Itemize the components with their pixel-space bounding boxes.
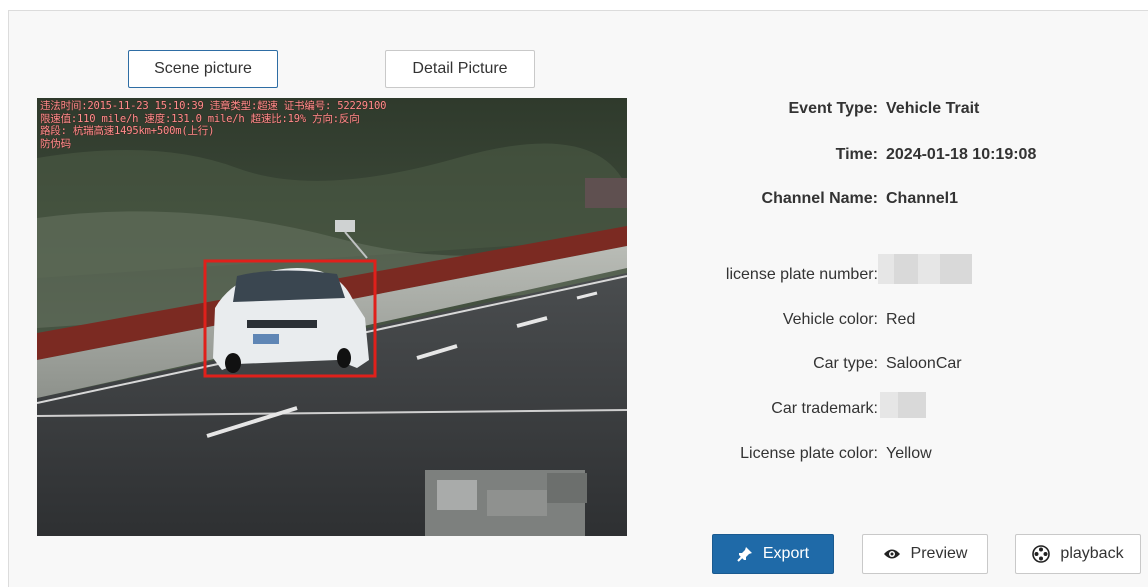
plate-number-label: license plate number: xyxy=(725,266,878,283)
plate-number-redacted-block xyxy=(918,254,940,284)
pin-icon xyxy=(737,546,753,562)
scene-photo-image xyxy=(37,98,627,536)
playback-label: playback xyxy=(1060,545,1124,562)
plate-color-label: License plate color: xyxy=(740,445,878,462)
event-type-value: Vehicle Trait xyxy=(886,100,980,117)
car-trademark-redacted-block xyxy=(898,392,926,418)
channel-name-label: Channel Name: xyxy=(761,190,878,207)
detail-picture-tab[interactable]: Detail Picture xyxy=(385,50,535,88)
event-time-label: Time: xyxy=(835,146,878,163)
car-type-value: SaloonCar xyxy=(886,355,962,372)
preview-label: Preview xyxy=(910,545,968,562)
plate-number-redacted-block xyxy=(940,254,972,284)
plate-color-value: Yellow xyxy=(886,445,932,462)
photo-overlay-text: 违法时间:2015-11-23 15:10:39 违章类型:超速 证书编号: 5… xyxy=(40,100,387,150)
export-button[interactable]: Export xyxy=(712,534,834,574)
channel-name-value: Channel1 xyxy=(886,190,959,207)
car-type-label: Car type: xyxy=(813,355,878,372)
vehicle-color-value: Red xyxy=(886,311,916,328)
film-reel-icon xyxy=(1032,545,1051,563)
plate-number-redacted xyxy=(878,254,894,284)
scene-photo: 违法时间:2015-11-23 15:10:39 违章类型:超速 证书编号: 5… xyxy=(37,98,627,536)
car-trademark-label: Car trademark: xyxy=(771,400,878,417)
eye-icon xyxy=(883,547,901,561)
vehicle-color-label: Vehicle color: xyxy=(782,311,878,328)
playback-button[interactable]: playback xyxy=(1015,534,1141,574)
car-trademark-redacted xyxy=(880,392,898,418)
export-label: Export xyxy=(762,545,810,562)
preview-button[interactable]: Preview xyxy=(862,534,988,574)
plate-number-redacted-block xyxy=(894,254,918,284)
event-time-value: 2024-01-18 10:19:08 xyxy=(886,146,1037,163)
scene-picture-tab[interactable]: Scene picture xyxy=(128,50,278,88)
event-type-label: Event Type: xyxy=(788,100,879,117)
